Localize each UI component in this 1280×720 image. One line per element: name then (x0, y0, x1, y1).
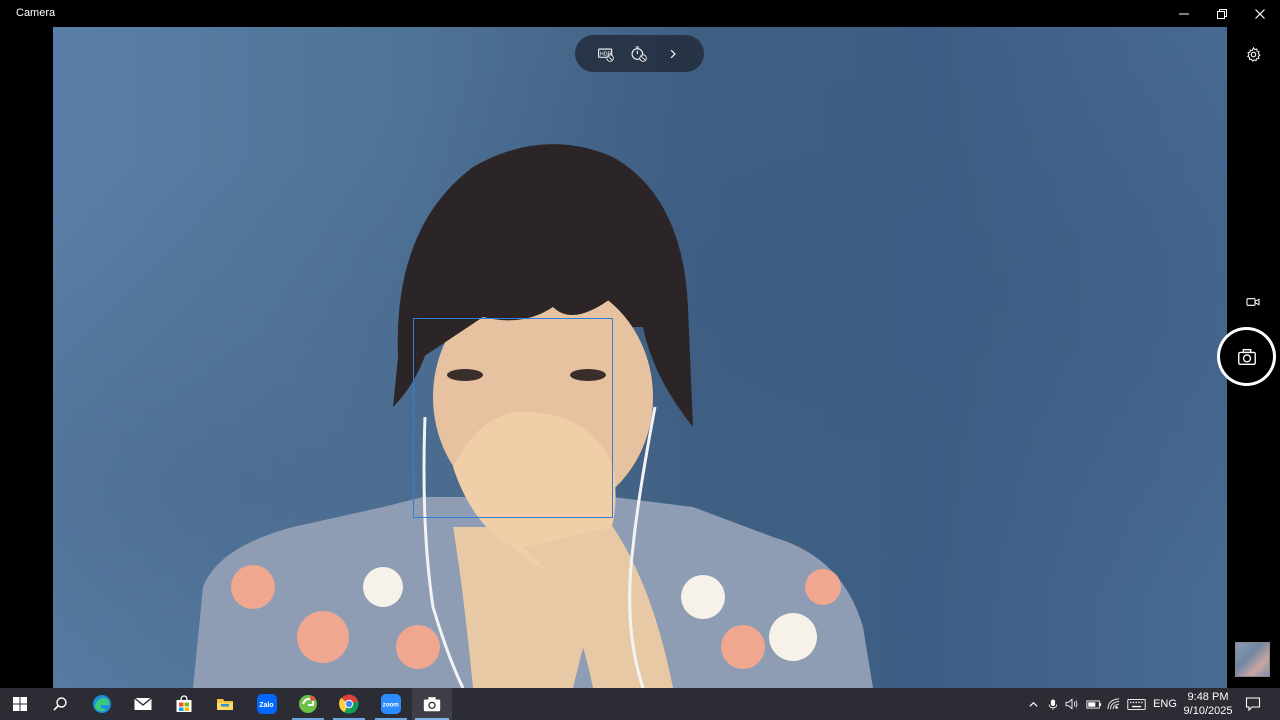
minimize-button[interactable] (1165, 0, 1203, 27)
greenshot-icon (299, 695, 317, 713)
chrome-icon (339, 694, 359, 714)
language-label: ENG (1153, 698, 1177, 710)
minimize-icon (1179, 13, 1189, 14)
mail-icon (134, 697, 152, 710)
taskbar-store[interactable] (164, 688, 204, 720)
restore-icon (1217, 8, 1227, 19)
speaker-icon (1065, 698, 1078, 710)
zoom-label: zoom (383, 702, 400, 709)
face-detection-box (413, 318, 613, 518)
taskbar-mail[interactable] (123, 688, 163, 720)
hdr-off-icon[interactable]: HDR (595, 43, 617, 65)
show-hidden-icons[interactable] (1024, 688, 1042, 720)
taskbar-edge[interactable] (82, 688, 122, 720)
chevron-up-icon (1028, 701, 1038, 707)
search-icon (53, 697, 67, 711)
taskbar-camera[interactable] (412, 688, 452, 720)
camera-viewfinder (53, 27, 1227, 688)
zalo-label: Zalo (259, 702, 273, 709)
taskbar-greenshot[interactable] (288, 688, 328, 720)
taskbar-chrome[interactable] (329, 688, 369, 720)
taskbar: Zalo zoom ENG 9:48 PM 9/10/2025 (0, 688, 1280, 720)
notification-icon (1245, 697, 1261, 712)
chevron-right-icon[interactable] (662, 43, 684, 65)
taskbar-zalo[interactable]: Zalo (247, 688, 287, 720)
settings-button[interactable] (1240, 41, 1266, 67)
store-icon (176, 695, 192, 712)
close-button[interactable] (1241, 0, 1279, 27)
zoom-icon: zoom (381, 694, 401, 714)
network-tray[interactable] (1105, 688, 1123, 720)
taskbar-file-explorer[interactable] (205, 688, 245, 720)
microphone-tray[interactable] (1045, 688, 1061, 720)
last-capture-thumbnail[interactable] (1235, 642, 1270, 677)
microphone-icon (1048, 699, 1058, 710)
title-bar: Camera (0, 0, 1280, 27)
folder-icon (217, 699, 233, 710)
camera-window: Camera HDR (0, 0, 1280, 688)
clock-time: 9:48 PM (1187, 691, 1229, 703)
gear-icon (1246, 46, 1261, 62)
zalo-icon: Zalo (257, 694, 277, 714)
start-button[interactable] (0, 688, 40, 720)
clock-date: 9/10/2025 (1183, 705, 1233, 717)
keyboard-icon (1126, 698, 1146, 710)
take-photo-button[interactable] (1217, 327, 1276, 386)
camera-preview-subject (193, 144, 873, 688)
camera-icon (1237, 348, 1256, 365)
input-language[interactable]: ENG (1151, 688, 1179, 720)
battery-tray[interactable] (1084, 688, 1104, 720)
windows-icon (13, 697, 27, 711)
taskbar-zoom[interactable]: zoom (371, 688, 411, 720)
close-icon (1255, 8, 1265, 19)
volume-tray[interactable] (1063, 688, 1081, 720)
video-mode-button[interactable] (1240, 290, 1266, 314)
window-title: Camera (16, 7, 56, 19)
battery-icon (1086, 700, 1102, 708)
wifi-icon (1107, 698, 1120, 710)
search-button[interactable] (40, 688, 80, 720)
touch-keyboard-tray[interactable] (1125, 688, 1147, 720)
timer-off-icon[interactable] (628, 43, 650, 65)
camera-icon (423, 697, 441, 712)
taskbar-clock[interactable]: 9:48 PM 9/10/2025 (1178, 690, 1238, 718)
video-camera-icon (1246, 298, 1260, 306)
restore-button[interactable] (1203, 0, 1241, 27)
edge-icon (93, 695, 111, 713)
camera-toolbar: HDR (575, 35, 704, 72)
action-center-button[interactable] (1240, 688, 1266, 720)
